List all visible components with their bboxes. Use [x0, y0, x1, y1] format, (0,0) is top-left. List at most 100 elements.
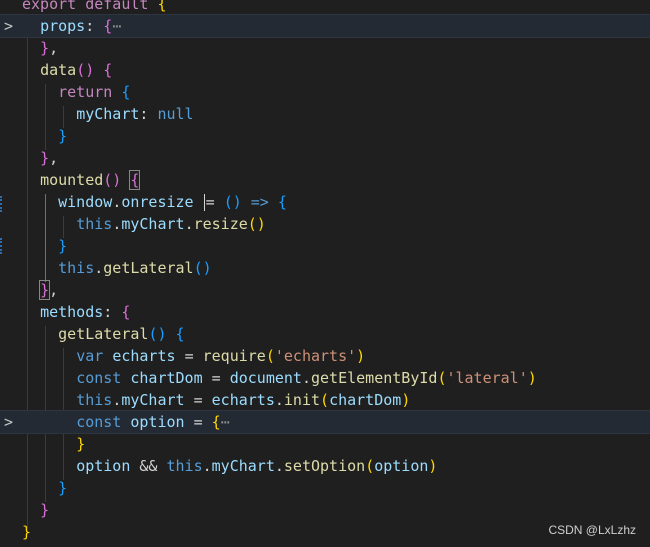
code-line-folded[interactable]: > const option = {⋯ [0, 410, 650, 434]
fold-chevron-icon[interactable]: > [4, 411, 13, 433]
property-name: onresize [121, 193, 194, 211]
folded-ellipsis[interactable]: ⋯ [221, 413, 230, 431]
operator: = [193, 413, 203, 431]
code-line[interactable]: this.getLateral() [0, 257, 650, 279]
property-name: myChart [121, 215, 185, 233]
code-line[interactable]: } [0, 433, 650, 455]
function-name: require [202, 347, 266, 365]
folded-ellipsis[interactable]: ⋯ [112, 17, 121, 35]
code-line[interactable]: getLateral() { [0, 323, 650, 345]
code-line[interactable]: } [0, 235, 650, 257]
property-name: myChart [121, 391, 185, 409]
code-line[interactable]: data() { [0, 59, 650, 81]
property-name: myChart [76, 105, 140, 123]
keyword: var [76, 347, 104, 365]
paren-close: ) [527, 369, 537, 387]
variable-name: echarts [112, 347, 176, 365]
keyword: export default [22, 0, 149, 13]
code-line[interactable]: methods: { [0, 301, 650, 323]
code-line[interactable]: mounted() { [0, 169, 650, 191]
object-name: document [229, 369, 302, 387]
code-line[interactable]: return { [0, 81, 650, 103]
paren-close: ) [356, 347, 366, 365]
parens: () [148, 325, 167, 343]
code-line[interactable]: myChart: null [0, 103, 650, 125]
function-name: resize [193, 215, 248, 233]
bracket: { [157, 0, 167, 13]
code-line[interactable]: } [0, 499, 650, 521]
code-line[interactable]: } [0, 125, 650, 147]
function-name: getLateral [58, 325, 149, 343]
dot: . [274, 391, 284, 409]
code-line[interactable]: var echarts = require('echarts') [0, 345, 650, 367]
paren-open: ( [365, 457, 375, 475]
dot: . [274, 457, 284, 475]
function-name: getLateral [103, 259, 194, 277]
object-name: window [58, 193, 113, 211]
property-name: myChart [211, 457, 275, 475]
bracket: } [22, 523, 32, 541]
code-line[interactable]: this.myChart.resize() [0, 213, 650, 235]
code-line-folded[interactable]: > props: {⋯ [0, 14, 650, 38]
colon: : [85, 17, 95, 35]
code-line[interactable]: }, [0, 147, 650, 169]
bracket: { [277, 193, 287, 211]
function-name: mounted [40, 171, 104, 189]
matched-bracket: { [129, 170, 141, 190]
comma: , [49, 281, 59, 299]
variable-name: option [76, 457, 131, 475]
bracket: { [121, 83, 131, 101]
operator: = [184, 347, 194, 365]
arrow: => [250, 193, 269, 211]
variable-name: option [130, 413, 185, 431]
code-line[interactable]: this.myChart = echarts.init(chartDom) [0, 389, 650, 411]
function-name: setOption [283, 457, 366, 475]
keyword: return [58, 83, 113, 101]
code-line[interactable]: }, [0, 279, 650, 301]
bracket: } [58, 479, 68, 497]
code-line[interactable]: } [0, 477, 650, 499]
operator: = [193, 391, 203, 409]
parens: () [76, 61, 95, 79]
argument: chartDom [329, 391, 402, 409]
dot: . [112, 391, 122, 409]
bracket: } [58, 237, 68, 255]
this-keyword: this [166, 457, 203, 475]
parens: () [223, 193, 242, 211]
keyword: const [76, 413, 122, 431]
dot: . [94, 259, 104, 277]
variable-name: chartDom [130, 369, 203, 387]
operator: && [139, 457, 158, 475]
function-name: init [283, 391, 321, 409]
property-name: props [40, 17, 86, 35]
paren-close: ) [428, 457, 438, 475]
function-name: getElementById [311, 369, 438, 387]
argument: option [374, 457, 429, 475]
code-line[interactable]: const chartDom = document.getElementById… [0, 367, 650, 389]
code-line[interactable]: option && this.myChart.setOption(option) [0, 455, 650, 477]
parens: () [247, 215, 266, 233]
operator: = [205, 193, 215, 211]
text-cursor [203, 194, 205, 211]
bracket: } [40, 501, 50, 519]
this-keyword: this [76, 215, 113, 233]
bracket: { [175, 325, 185, 343]
code-editor[interactable]: export default { > props: {⋯ }, data() {… [0, 0, 650, 547]
keyword: const [76, 369, 122, 387]
dot: . [112, 215, 122, 233]
bracket: { [103, 17, 113, 35]
parens: () [103, 171, 122, 189]
bracket: } [76, 435, 86, 453]
code-line[interactable]: export default { [0, 0, 650, 15]
object-name: echarts [211, 391, 275, 409]
code-line-active[interactable]: window.onresize = () => { [0, 191, 650, 213]
string-literal: 'lateral' [446, 369, 528, 387]
paren-close: ) [401, 391, 411, 409]
fold-chevron-icon[interactable]: > [4, 15, 13, 37]
code-line[interactable]: }, [0, 37, 650, 59]
string-literal: 'echarts' [274, 347, 357, 365]
paren-open: ( [265, 347, 275, 365]
colon: : [103, 303, 113, 321]
bracket: } [40, 149, 50, 167]
bracket: { [121, 303, 131, 321]
